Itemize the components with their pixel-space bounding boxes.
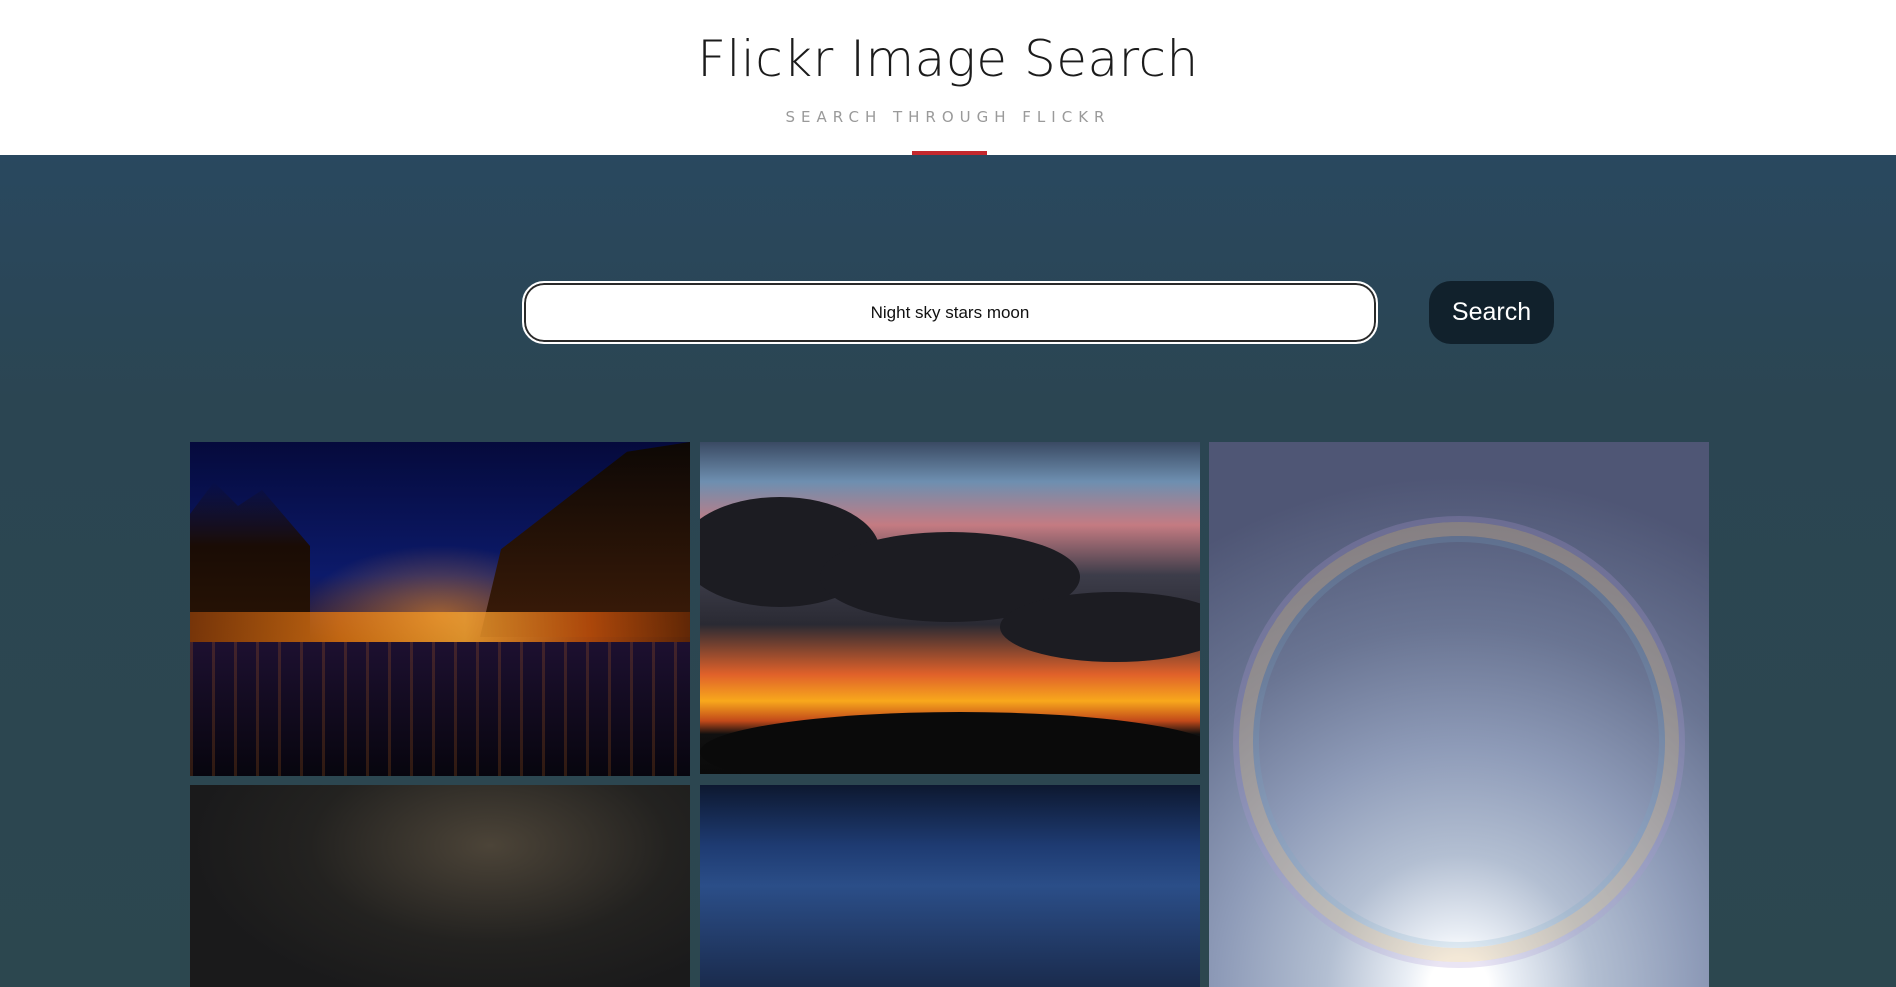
result-image[interactable] [190,442,690,776]
page-subtitle: SEARCH THROUGH FLICKR [785,108,1111,126]
image-content [1000,592,1200,662]
result-image[interactable] [190,785,690,987]
page-header: Flickr Image Search SEARCH THROUGH FLICK… [0,0,1896,155]
image-content [700,712,1200,774]
image-content [190,642,690,776]
result-image[interactable] [700,442,1200,774]
result-image[interactable] [700,785,1200,987]
search-input[interactable] [522,281,1378,344]
search-button[interactable]: Search [1429,281,1554,344]
page-title: Flickr Image Search [697,30,1199,88]
image-content [1239,522,1679,962]
image-content [190,612,690,642]
result-image[interactable] [1209,442,1709,987]
image-content [480,442,690,637]
